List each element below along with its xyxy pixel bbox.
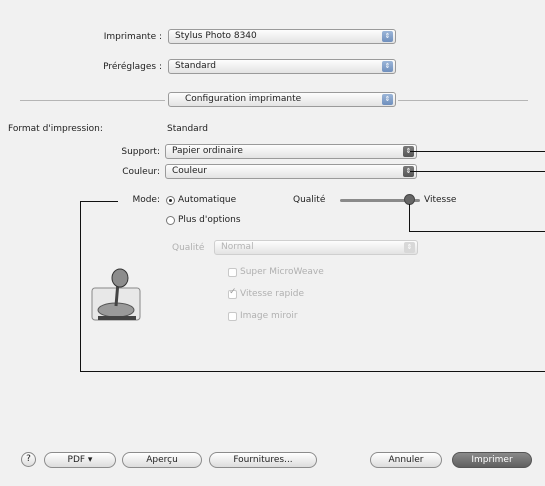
mode-automatic-label: Automatique — [178, 195, 237, 205]
super-microweave-label: Super MicroWeave — [240, 267, 324, 277]
callout-line-slider-vertical — [409, 204, 410, 231]
popup-arrows-icon: ⇕ — [382, 61, 393, 72]
mode-more-options-radio[interactable] — [166, 216, 175, 225]
help-button[interactable]: ? — [21, 452, 36, 467]
print-format-label: Format d'impression: — [8, 124, 103, 134]
quality-popup[interactable]: Normal ⇕ — [214, 240, 418, 255]
popup-arrows-icon: ⇕ — [404, 242, 415, 253]
callout-line-slider — [409, 231, 545, 232]
super-microweave-checkbox[interactable] — [228, 268, 237, 277]
color-label: Couleur: — [122, 167, 160, 177]
preview-button[interactable]: Aperçu — [122, 452, 202, 468]
panel-popup[interactable]: Configuration imprimante ⇕ — [168, 92, 396, 107]
callout-line-color — [410, 171, 545, 172]
presets-popup[interactable]: Standard ⇕ — [168, 59, 396, 74]
printer-value: Stylus Photo 8340 — [175, 31, 257, 41]
mode-more-options-label: Plus d'options — [178, 215, 241, 225]
printer-label: Imprimante : — [103, 32, 162, 42]
quality-value: Normal — [221, 242, 254, 252]
presets-label: Préréglages : — [103, 62, 162, 72]
media-value: Papier ordinaire — [172, 146, 243, 156]
printer-popup[interactable]: Stylus Photo 8340 ⇕ — [168, 29, 396, 44]
print-format-value: Standard — [167, 124, 208, 134]
color-popup[interactable]: Couleur ⇕ — [165, 164, 417, 179]
popup-arrows-icon: ⇕ — [382, 31, 393, 42]
print-button[interactable]: Imprimer — [452, 452, 532, 468]
callout-line-media — [410, 151, 545, 152]
callout-line-mode-vertical — [80, 201, 81, 372]
supplies-button[interactable]: Fournitures... — [209, 452, 317, 468]
mode-automatic-radio[interactable] — [166, 196, 175, 205]
separator-left — [20, 100, 165, 101]
separator-right — [398, 100, 528, 101]
printer-settings-icon — [91, 268, 141, 321]
quality-label: Qualité — [172, 243, 205, 253]
slider-left-label: Qualité — [293, 195, 326, 205]
high-speed-checkbox[interactable] — [228, 287, 237, 299]
mode-label: Mode: — [132, 195, 160, 205]
mirror-image-checkbox[interactable] — [228, 312, 237, 321]
cancel-button[interactable]: Annuler — [370, 452, 442, 468]
color-value: Couleur — [172, 166, 207, 176]
panel-value: Configuration imprimante — [185, 94, 302, 104]
media-label: Support: — [121, 147, 160, 157]
slider-right-label: Vitesse — [424, 195, 457, 205]
media-popup[interactable]: Papier ordinaire ⇕ — [165, 144, 417, 159]
pdf-button[interactable]: PDF ▾ — [44, 452, 116, 468]
help-icon: ? — [26, 454, 31, 464]
high-speed-label: Vitesse rapide — [240, 289, 304, 299]
presets-value: Standard — [175, 61, 216, 71]
callout-line-mode-horizontal — [80, 201, 118, 202]
callout-line-mode-bottom — [80, 371, 545, 372]
popup-arrows-icon: ⇕ — [382, 94, 393, 105]
mirror-image-label: Image miroir — [240, 311, 298, 321]
